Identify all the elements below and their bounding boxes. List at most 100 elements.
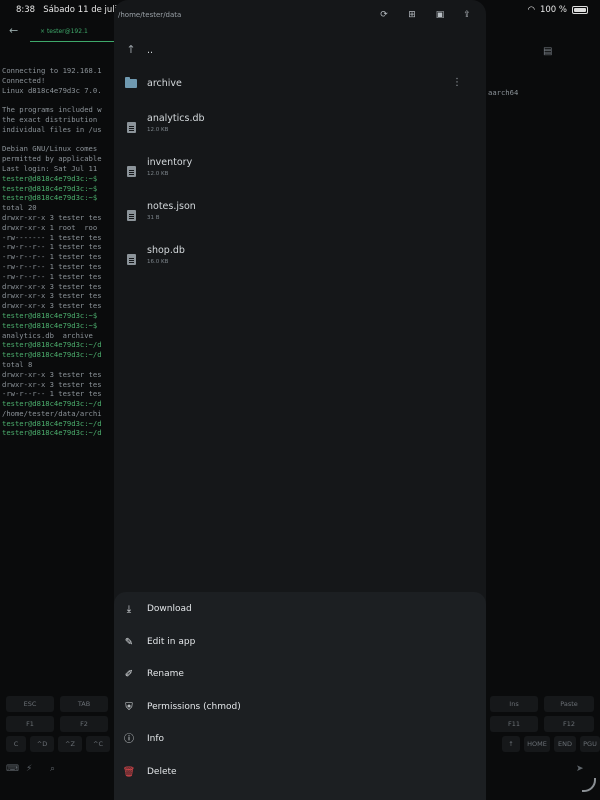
terminal-line: Linux d818c4e79d3c 7.0. <box>2 85 102 95</box>
terminal-output-right: aarch64 <box>488 88 519 97</box>
entry-name: shop.db <box>147 245 185 256</box>
tab-close-icon[interactable]: × <box>40 28 47 35</box>
new-folder-icon[interactable]: ⊞ <box>404 7 420 23</box>
entry-size: 16.0 KB <box>147 259 169 265</box>
terminal-line: drwxr-xr-x 3 tester tes <box>2 291 102 301</box>
terminal-line: -rw-r--r-- 1 tester tes <box>2 242 102 252</box>
new-file-icon[interactable]: ▣ <box>432 7 448 23</box>
key-button[interactable]: HOME <box>524 736 550 752</box>
search-icon[interactable]: ⌕ <box>50 764 55 774</box>
file-actions-sheet: ⤓ Download ✎ Edit in app ✐ Rename ⛨ Permissions… <box>114 592 486 800</box>
file-icon <box>124 253 138 267</box>
key-button[interactable]: Paste <box>544 696 594 712</box>
terminal-line: the exact distribution <box>2 114 98 124</box>
key-button[interactable]: Ins <box>490 696 538 712</box>
terminal-line: drwxr-xr-x 3 tester tes <box>2 281 102 291</box>
permissions-icon: ⛨ <box>125 701 133 713</box>
menu-item-delete[interactable]: 🗑 Delete <box>114 757 486 789</box>
terminal-line: tester@d818c4e79d3c:~$ <box>2 183 98 193</box>
terminal-output[interactable]: Connecting to 192.168.1 Connected! Linux d… <box>2 66 114 438</box>
key-button[interactable]: C <box>6 736 26 752</box>
battery-icon <box>572 6 588 14</box>
key-button[interactable]: F11 <box>490 716 538 732</box>
key-button[interactable]: F12 <box>544 716 594 732</box>
terminal-line: permitted by applicable <box>2 154 102 164</box>
terminal-line: tester@d818c4e79d3c:~/d <box>2 418 102 428</box>
key-button[interactable]: F2 <box>60 716 108 732</box>
key-button[interactable]: TAB <box>60 696 108 712</box>
terminal-line: Debian GNU/Linux comes <box>2 144 98 154</box>
wifi-icon: ◠ <box>527 5 535 15</box>
rename-icon: ✐ <box>124 669 134 681</box>
terminal-line: tester@d818c4e79d3c:~$ <box>2 173 98 183</box>
terminal-tab[interactable]: × tester@192.1 <box>30 22 114 42</box>
terminal-line: tester@d818c4e79d3c:~/d <box>2 399 102 409</box>
file-icon <box>124 209 138 223</box>
menu-item-label: Permissions (chmod) <box>147 701 241 712</box>
entry-size: 31 B <box>147 215 160 221</box>
terminal-line: tester@d818c4e79d3c:~$ <box>2 310 98 320</box>
terminal-line: total 8 <box>2 359 33 369</box>
menu-item-info[interactable]: ⓘ Info <box>114 724 486 756</box>
terminal-line: tester@d818c4e79d3c:~$ <box>2 193 98 203</box>
keyboard-toggle-icon[interactable]: ⌨ <box>6 764 19 774</box>
battery-percent: 100 % <box>539 5 567 15</box>
resize-handle-icon[interactable] <box>582 778 596 792</box>
menu-item-label: Delete <box>147 767 177 777</box>
terminal-line: tester@d818c4e79d3c:~$ <box>2 320 98 330</box>
delete-icon: 🗑 <box>122 767 136 778</box>
menu-item-edit-in-app[interactable]: ✎ Edit in app <box>114 627 486 659</box>
menu-item-label: Download <box>147 604 192 614</box>
terminal-line: individual files in /us <box>2 124 102 134</box>
menu-item-rename[interactable]: ✐ Rename <box>114 659 486 691</box>
terminal-line: drwxr-xr-x 3 tester tes <box>2 379 102 389</box>
key-button[interactable]: PGU <box>580 736 600 752</box>
current-path: /home/tester/data <box>118 11 182 19</box>
key-button[interactable]: F1 <box>6 716 54 732</box>
key-button[interactable]: ^Z <box>58 736 82 752</box>
key-button[interactable]: ESC <box>6 696 54 712</box>
more-vert-icon[interactable]: ⋮ <box>452 77 462 88</box>
entry-name: notes.json <box>147 201 196 212</box>
entry-size: 12.0 KB <box>147 127 169 133</box>
file-row[interactable]: shop.db 16.0 KB <box>114 238 486 282</box>
terminal-line: -rw-r--r-- 1 tester tes <box>2 389 102 399</box>
file-row[interactable]: inventory 12.0 KB <box>114 150 486 194</box>
status-date: Sábado 11 de julio <box>43 5 123 15</box>
terminal-line: -rw-r--r-- 1 tester tes <box>2 252 102 262</box>
key-button[interactable]: ↑ <box>502 736 520 752</box>
menu-item-label: Edit in app <box>147 636 196 647</box>
entry-size: 12.0 KB <box>147 171 169 177</box>
menu-item-permissions[interactable]: ⛨ Permissions (chmod) <box>114 692 486 724</box>
key-button[interactable]: ^D <box>30 736 54 752</box>
mic-icon[interactable]: ⚡ <box>26 764 32 774</box>
key-button[interactable]: ^C <box>86 736 110 752</box>
terminal-line: tester@d818c4e79d3c:~/d <box>2 350 102 360</box>
upload-icon[interactable]: ⇪ <box>459 7 475 23</box>
menu-item-download[interactable]: ⤓ Download <box>114 594 486 626</box>
folder-row[interactable]: archive ⋮ <box>114 62 486 106</box>
folder-icon <box>124 77 138 91</box>
file-row[interactable]: notes.json 31 B <box>114 194 486 238</box>
parent-directory-label: .. <box>147 45 154 56</box>
send-icon[interactable]: ➤ <box>576 764 584 774</box>
terminal-line: total 20 <box>2 203 37 213</box>
file-row[interactable]: analytics.db 12.0 KB <box>114 106 486 150</box>
terminal-line: Connected! <box>2 75 46 85</box>
refresh-icon[interactable]: ⟳ <box>376 7 392 23</box>
keyboard-icon[interactable]: ▤ <box>543 46 552 57</box>
download-icon: ⤓ <box>126 604 132 615</box>
file-icon <box>124 121 138 135</box>
terminal-line: -rw-r--r-- 1 tester tes <box>2 271 102 281</box>
terminal-line: drwxr-xr-x 1 root roo <box>2 222 98 232</box>
terminal-line: The programs included w <box>2 105 102 115</box>
key-button[interactable]: END <box>554 736 576 752</box>
terminal-line: Connecting to 192.168.1 <box>2 66 102 75</box>
entry-name: inventory <box>147 157 193 168</box>
menu-item-label: Info <box>147 734 165 745</box>
terminal-line: -rw-r--r-- 1 tester tes <box>2 261 102 271</box>
back-arrow-icon[interactable]: ← <box>9 24 18 37</box>
edit-in-app-icon: ✎ <box>124 636 134 648</box>
